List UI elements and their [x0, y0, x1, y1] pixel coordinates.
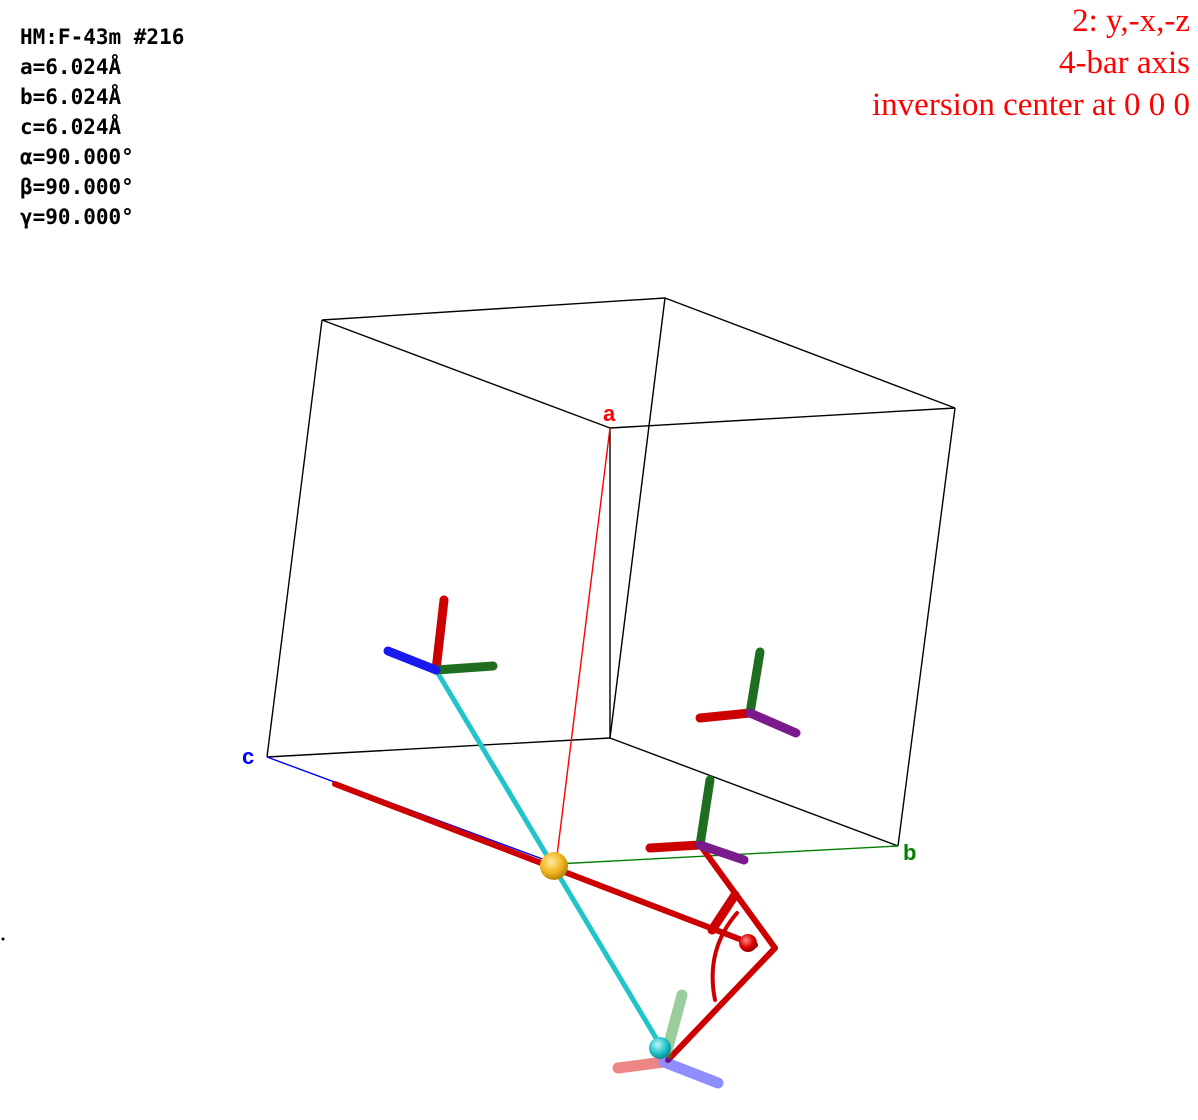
arc-arrow-tick	[707, 890, 740, 935]
triad-image-1	[695, 647, 801, 738]
inverted-atom-sphere[interactable]	[649, 1037, 671, 1059]
triad-image-3	[612, 989, 724, 1089]
four-bar-axis	[332, 781, 778, 1063]
triad-z-arm	[383, 646, 441, 675]
triad-z-arm	[658, 1056, 724, 1089]
triad-image-2	[645, 775, 749, 865]
triad-z-arm	[745, 708, 801, 738]
crystal-viewer[interactable]: a b c	[0, 0, 1198, 1120]
axis-marker	[739, 934, 757, 952]
edge-marker	[1, 937, 5, 941]
crystal-axes: a b c	[242, 401, 916, 865]
cell-edge	[609, 297, 666, 739]
cell-edge	[609, 737, 899, 847]
cell-edge	[266, 319, 323, 758]
triad-x-arm	[695, 708, 755, 723]
triad-y-arm	[695, 775, 715, 850]
cell-edge	[609, 407, 956, 429]
c-axis-label: c	[242, 744, 254, 769]
cell-edge	[664, 297, 956, 409]
a-axis-label: a	[603, 401, 616, 426]
cell-edge	[266, 737, 611, 758]
triad-original	[383, 595, 498, 675]
cell-edge	[321, 297, 666, 321]
cell-edge	[321, 319, 611, 429]
a-axis-line	[555, 427, 611, 865]
b-axis-label: b	[903, 840, 916, 865]
triad-x-arm	[431, 595, 449, 675]
triad-x-arm	[612, 1056, 670, 1074]
unit-cell-edges	[266, 297, 956, 847]
triad-y-arm	[431, 661, 498, 675]
triad-x-arm	[645, 840, 705, 853]
triad-y-arm	[745, 647, 765, 718]
cell-edge	[897, 407, 956, 847]
inversion-center-sphere[interactable]	[540, 852, 568, 880]
